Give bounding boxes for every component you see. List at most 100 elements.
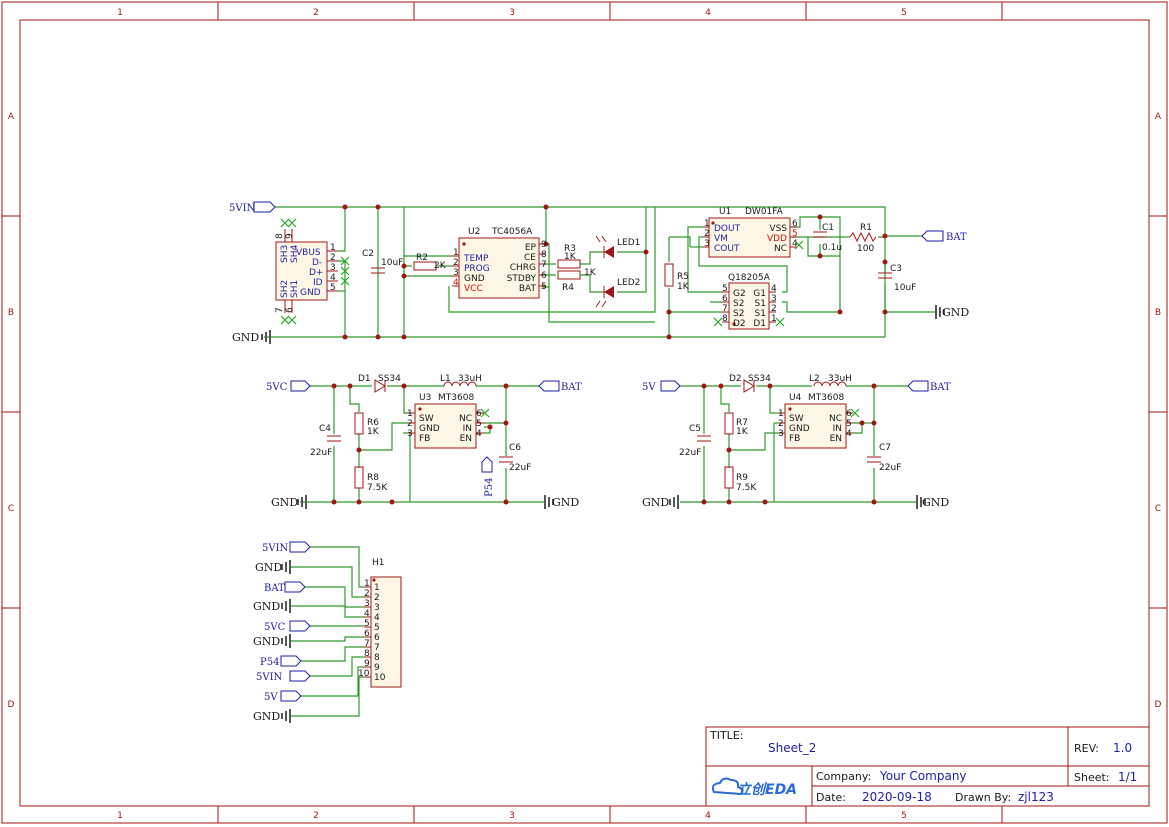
header-net-text: 5VIN xyxy=(262,543,289,554)
h1-pin-num: 6 xyxy=(364,629,370,639)
c7-ref: C7 xyxy=(879,443,891,453)
h1-pin-label: 8 xyxy=(374,653,380,663)
q-part: Q18205A xyxy=(728,273,771,283)
easyeda-logo: 立创EDA xyxy=(711,777,797,798)
q-pin-label: S2 xyxy=(733,299,744,309)
h1-pin-label: 1 xyxy=(374,583,380,593)
h1-pin-num: 3 xyxy=(364,599,370,609)
company-label: Company: xyxy=(816,770,871,783)
u1-pin-label: NC xyxy=(774,244,787,254)
row-label: A xyxy=(1155,112,1162,122)
net-label-5v: 5V xyxy=(264,690,302,703)
l1-value: 33uH xyxy=(458,374,482,384)
h1-pin-label: 3 xyxy=(374,603,380,613)
u3-pin-num: 1 xyxy=(407,409,413,419)
title-block: TITLE: Sheet_2 REV: 1.0 Company: Your Co… xyxy=(705,726,1150,807)
net-label-bat: BAT xyxy=(907,380,951,393)
h1-pin-label: 2 xyxy=(374,593,380,603)
q-pin-num: 8 xyxy=(722,314,728,324)
u1-part: DW01FA xyxy=(745,207,784,217)
net-label-5vin: 5VIN xyxy=(256,670,311,683)
q-pin-label: G1 xyxy=(753,289,766,299)
u2-pin-label: CE xyxy=(524,253,536,263)
c5-ref: C5 xyxy=(689,424,701,434)
ic-u3-mt3608: U3 MT3608 SW GND FB 1 2 3 NC IN EN 6 5 4 xyxy=(407,393,490,449)
charger-wires xyxy=(264,206,936,338)
sheet-value: 1/1 xyxy=(1118,770,1137,784)
gnd-text: GND xyxy=(642,496,669,509)
u3-part: MT3608 xyxy=(438,393,474,403)
usb-pin-label: D- xyxy=(312,258,322,268)
ic-u1-dw01fa: U1 DW01FA DOUT VM COUT 1 2 3 VSS VDD NC … xyxy=(703,207,804,258)
u3-ref: U3 xyxy=(419,393,431,403)
col-label: 3 xyxy=(509,8,515,18)
net-label-5v: 5V xyxy=(642,380,681,393)
q-pin-num: 3 xyxy=(771,294,777,304)
net-bat-text: BAT xyxy=(561,382,582,393)
u4-pin-label: SW xyxy=(789,414,804,424)
header-net-text: 5V xyxy=(264,692,278,703)
u2-pin-label: VCC xyxy=(464,284,483,294)
rev-label: REV: xyxy=(1074,742,1099,755)
title-label: TITLE: xyxy=(709,729,743,742)
q-pin-num: 5 xyxy=(722,284,728,294)
header-net-text: 5VIN xyxy=(256,672,283,683)
u3-pin-label: NC xyxy=(459,414,472,424)
col-label: 3 xyxy=(509,811,515,821)
capacitor-c6: C6 22uF xyxy=(499,443,531,473)
usb-pin-num: 5 xyxy=(330,283,336,293)
d2-part: SS34 xyxy=(748,374,771,384)
u3-pin-num: 6 xyxy=(476,409,482,419)
u2-pin-num: 9 xyxy=(541,240,547,250)
u4-pin-num: 3 xyxy=(778,429,784,439)
col-label: 2 xyxy=(313,8,319,18)
net-5vc-text: 5VC xyxy=(266,382,288,393)
r1-value: 100 xyxy=(857,244,874,254)
usb-shield-label: SH4 xyxy=(290,245,300,263)
q-pin-num: 6 xyxy=(722,294,728,304)
rev-value: 1.0 xyxy=(1113,741,1132,755)
usb-connector: VBUS D- D+ ID GND 1 2 3 4 5 SH3 SH4 SH2 … xyxy=(275,218,350,325)
h1-pin-num: 2 xyxy=(364,589,370,599)
net-bat-text: BAT xyxy=(930,382,951,393)
d1-part: SS34 xyxy=(378,374,401,384)
ic-u4-mt3608: U4 MT3608 SW GND FB 1 2 3 NC IN EN 6 5 4 xyxy=(778,393,860,449)
capacitor-c2: C2 10uF xyxy=(362,249,403,274)
diode-d2: D2 SS34 xyxy=(729,374,771,393)
u3-pin-label: SW xyxy=(419,414,434,424)
c5-value: 22uF xyxy=(679,448,701,458)
u2-ref: U2 xyxy=(468,227,480,237)
capacitor-c7: C7 22uF xyxy=(867,443,901,473)
c1-value: 0.1u xyxy=(822,243,842,253)
u4-pin-label: FB xyxy=(789,434,800,444)
net-label-bat: BAT xyxy=(921,230,967,243)
u2-pin-label: CHRG xyxy=(510,263,536,273)
u3-pin-label: FB xyxy=(419,434,430,444)
header-net-text: BAT xyxy=(264,583,285,594)
u3-pin-label: EN xyxy=(460,434,472,444)
u2-part: TC4056A xyxy=(491,227,533,237)
header-net-text: GND xyxy=(253,710,280,723)
u2-pin-label: TEMP xyxy=(463,254,489,264)
c3-ref: C3 xyxy=(890,264,902,274)
usb-shield-num: 8 xyxy=(275,233,285,239)
usb-pin-num: 2 xyxy=(330,253,336,263)
row-label: B xyxy=(1155,308,1161,318)
net-label-5vin: 5VIN xyxy=(229,201,276,214)
usb-shield-num: 6 xyxy=(285,307,295,313)
resistor-r9: R9 7.5K xyxy=(724,466,757,493)
h1-pin-label: 10 xyxy=(374,673,386,683)
q-pin-num: 1 xyxy=(771,314,777,324)
gnd-symbol: GND xyxy=(253,634,291,648)
q-pin-label: S2 xyxy=(733,309,744,319)
u4-pin-num: 1 xyxy=(778,409,784,419)
h1-pin-label: 4 xyxy=(374,613,380,623)
h1-pin-label: 5 xyxy=(374,623,380,633)
header-net-text: 5VC xyxy=(264,622,286,633)
u1-pin-num: 1 xyxy=(704,219,710,229)
u2-pin-num: 7 xyxy=(541,260,547,270)
u1-pin-num: 6 xyxy=(792,219,798,229)
h1-ref: H1 xyxy=(372,558,385,568)
d1-ref: D1 xyxy=(358,374,371,384)
gnd-text: GND xyxy=(271,496,298,509)
